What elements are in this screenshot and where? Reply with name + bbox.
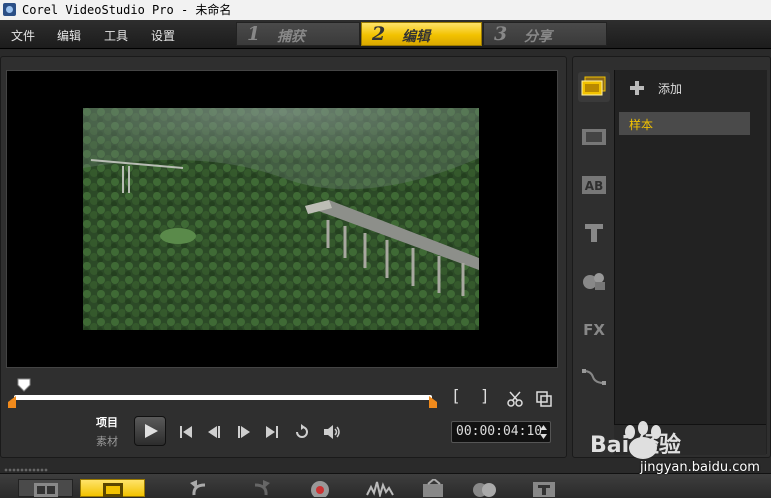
enlarge-preview-icon[interactable] xyxy=(535,390,553,408)
repeat-icon[interactable] xyxy=(293,423,311,441)
timecode-value: 00:00:04:10 xyxy=(456,424,543,439)
title-t-icon xyxy=(585,224,603,242)
go-to-start-icon[interactable] xyxy=(178,424,194,440)
volume-icon[interactable] xyxy=(322,423,342,441)
menu-edit[interactable]: 编辑 xyxy=(57,27,81,44)
mode-clip-label[interactable]: 素材 xyxy=(96,433,118,449)
svg-text:FX: FX xyxy=(583,321,605,339)
step-number: 3 xyxy=(494,23,508,45)
mark-in-button[interactable]: [ xyxy=(451,386,461,405)
watermark-brand: Bai 经验 xyxy=(590,432,681,458)
play-icon xyxy=(145,424,158,438)
graphics-icon[interactable] xyxy=(578,266,610,296)
previous-frame-icon[interactable] xyxy=(206,424,222,440)
timecode-spinner-icon[interactable] xyxy=(539,424,548,440)
auto-music-icon[interactable] xyxy=(420,479,450,497)
tab-capture[interactable]: 1 捕获 xyxy=(236,22,360,46)
scissors-icon[interactable] xyxy=(506,390,524,408)
mark-out-button[interactable]: ] xyxy=(480,386,490,405)
media-library-icon[interactable] xyxy=(578,72,610,102)
window-title: Corel VideoStudio Pro - 未命名 xyxy=(22,3,232,17)
timeline-grip[interactable] xyxy=(4,468,48,472)
path-icon[interactable] xyxy=(578,362,610,392)
audio-mixer-icon[interactable] xyxy=(365,479,395,497)
title-ab-icon[interactable]: AB xyxy=(578,170,610,200)
menu-file[interactable]: 文件 xyxy=(11,27,35,44)
text-t-icon[interactable] xyxy=(578,218,610,248)
tab-edit[interactable]: 2 编辑 xyxy=(361,22,482,46)
record-capture-icon[interactable] xyxy=(305,479,335,497)
storyboard-icon xyxy=(34,483,58,497)
tab-share[interactable]: 3 分享 xyxy=(483,22,607,46)
motion-track-icon[interactable] xyxy=(470,479,500,497)
library-item-label: 样本 xyxy=(629,118,654,132)
baidu-jingyan-watermark: Bai 经验 xyxy=(590,421,681,459)
step-label: 捕获 xyxy=(277,29,305,45)
mode-project-label[interactable]: 项目 xyxy=(96,414,118,430)
motion-path-icon xyxy=(582,369,606,385)
trim-start-marker[interactable] xyxy=(8,396,16,408)
add-label: 添加 xyxy=(658,82,683,96)
transition-icon[interactable] xyxy=(578,122,610,152)
ab-overlay-icon: AB xyxy=(582,176,606,194)
step-label: 编辑 xyxy=(402,29,430,45)
undo-icon[interactable] xyxy=(185,479,215,497)
fx-filter-icon[interactable]: FX xyxy=(578,314,610,344)
title-bar: Corel VideoStudio Pro - 未命名 xyxy=(0,0,771,20)
media-icon xyxy=(581,76,606,96)
menu-tools[interactable]: 工具 xyxy=(104,27,128,44)
timeline-icon xyxy=(103,483,123,497)
film-transition-icon xyxy=(582,129,606,145)
add-folder-button[interactable] xyxy=(626,78,746,98)
trim-end-marker[interactable] xyxy=(429,396,437,408)
redo-icon[interactable] xyxy=(245,479,275,497)
next-frame-icon[interactable] xyxy=(236,424,252,440)
play-button[interactable] xyxy=(134,416,166,446)
svg-text:AB: AB xyxy=(585,179,603,193)
step-number: 1 xyxy=(247,23,261,45)
go-to-end-icon[interactable] xyxy=(264,424,280,440)
plus-icon xyxy=(630,81,644,95)
menu-bar: 文件 编辑 工具 设置 1 捕获 2 编辑 3 分享 xyxy=(0,20,771,49)
video-frame xyxy=(83,108,479,330)
step-number: 2 xyxy=(372,23,386,45)
scrubber-track[interactable] xyxy=(14,395,432,400)
timeline-view-button[interactable] xyxy=(80,479,145,497)
app-icon xyxy=(3,3,16,16)
storyboard-view-button[interactable] xyxy=(18,479,73,497)
subtitle-editor-icon[interactable] xyxy=(530,479,560,497)
scrubber-handle[interactable] xyxy=(17,378,31,392)
timecode-field[interactable]: 00:00:04:10 xyxy=(451,421,551,443)
graphic-shapes-icon xyxy=(583,273,605,290)
fx-icon: FX xyxy=(583,321,605,339)
watermark-url: jingyan.baidu.com xyxy=(640,460,760,475)
step-label: 分享 xyxy=(524,29,552,45)
menu-settings[interactable]: 设置 xyxy=(151,27,175,44)
